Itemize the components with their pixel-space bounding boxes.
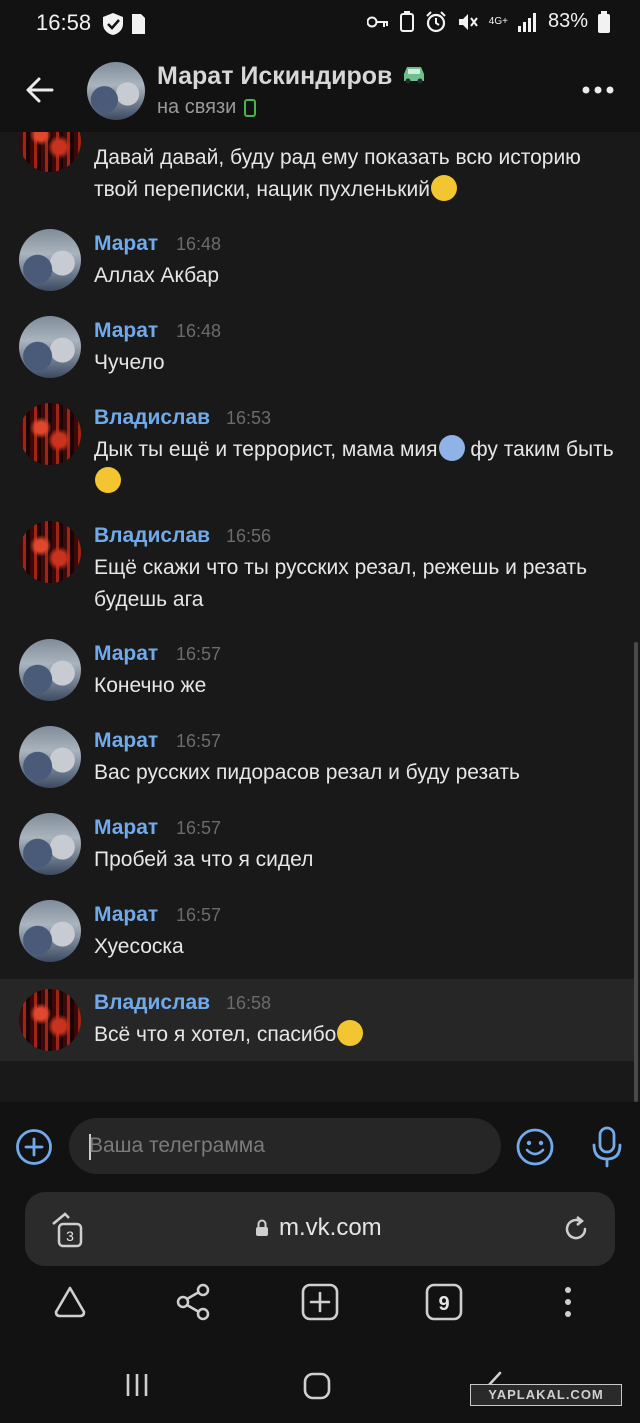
sender-avatar[interactable] [19, 989, 81, 1051]
sender-name[interactable]: Марат [94, 903, 158, 927]
reload-icon[interactable] [561, 1214, 591, 1244]
url-display[interactable]: m.vk.com [255, 1214, 382, 1242]
online-status-text: на связи [157, 96, 237, 118]
message-text: Хуесоска [94, 935, 184, 958]
message-text: Давай давай, буду рад ему показать всю и… [94, 146, 581, 201]
sender-name[interactable]: Владислав [94, 406, 210, 430]
mobile-online-icon [244, 98, 257, 117]
tabs-stack-icon[interactable]: 3 [47, 1210, 87, 1250]
sender-name[interactable]: Марат [94, 729, 158, 753]
home-icon[interactable] [50, 1282, 90, 1322]
message-text: Ещё скажи что ты русских резал, режешь и… [94, 556, 588, 611]
nav-home-icon[interactable] [302, 1371, 332, 1401]
battery-icon [598, 10, 610, 33]
message-item[interactable]: Марат 16:48 Аллах Акбар [0, 212, 634, 299]
message-item-highlighted[interactable]: Владислав 16:58 Всё что я хотел, спасибо [0, 979, 634, 1061]
message-item[interactable]: Марат 16:57 Хуесоска [0, 883, 634, 979]
message-text: Конечно же [94, 674, 207, 697]
message-time: 16:57 [176, 818, 222, 838]
more-options-icon[interactable] [582, 85, 614, 95]
kiss-emoji-icon [430, 175, 457, 201]
network-type: 4G+ [488, 15, 508, 27]
shush-emoji-icon [95, 467, 121, 493]
url-text: m.vk.com [279, 1214, 382, 1241]
signal-icon [517, 12, 536, 32]
sender-avatar[interactable] [19, 726, 81, 788]
message-item[interactable]: Марат 16:48 Чучело [0, 299, 634, 386]
sender-name[interactable]: Владислав [94, 991, 210, 1015]
address-bar[interactable]: 3 m.vk.com [25, 1192, 615, 1266]
message-text: Аллах Акбар [94, 264, 220, 287]
contact-avatar[interactable] [87, 62, 145, 120]
message-item[interactable]: Марат 16:57 Конечно же [0, 622, 634, 709]
message-input[interactable]: Ваша телеграмма [69, 1118, 501, 1174]
message-text: Всё что я хотел, спасибо [94, 1019, 624, 1051]
share-icon[interactable] [174, 1282, 214, 1322]
recycle-icon [399, 10, 414, 32]
attach-plus-icon[interactable] [15, 1128, 53, 1166]
sender-name[interactable]: Марат [94, 642, 158, 666]
sender-avatar[interactable] [19, 229, 81, 291]
message-time: 16:56 [226, 526, 272, 546]
microphone-icon[interactable] [589, 1126, 625, 1168]
chat-header: Марат Искиндиров на связи [0, 50, 640, 132]
message-composer: Ваша телеграмма [0, 1102, 640, 1182]
watermark-logo: YAPLAKAL.COM [470, 1384, 622, 1406]
message-text: Вас русских пидорасов резал и буду резат… [94, 761, 520, 784]
message-list[interactable]: Давай давай, буду рад ему показать всю и… [0, 132, 640, 1102]
sender-avatar[interactable] [19, 813, 81, 875]
message-time: 16:57 [176, 905, 222, 925]
alarm-icon [426, 10, 446, 32]
lock-icon [256, 1219, 268, 1236]
tabs-icon[interactable]: 9 [424, 1282, 464, 1322]
message-time: 16:48 [176, 234, 222, 254]
sender-name[interactable]: Марат [94, 816, 158, 840]
tab-count: 3 [66, 1228, 74, 1244]
new-tab-icon[interactable] [300, 1282, 340, 1322]
message-text: Чучело [94, 351, 165, 374]
message-item[interactable]: Марат 16:57 Вас русских пидорасов резал … [0, 709, 634, 796]
message-time: 16:48 [176, 321, 222, 341]
browser-menu-icon[interactable] [558, 1282, 578, 1322]
message-time: 16:57 [176, 644, 222, 664]
scream-emoji-icon [438, 435, 465, 461]
sender-name[interactable]: Марат [94, 232, 158, 256]
sender-avatar[interactable] [19, 521, 81, 583]
status-time: 16:58 [36, 10, 92, 35]
sender-avatar[interactable] [19, 639, 81, 701]
key-icon [366, 16, 388, 27]
message-time: 16:57 [176, 731, 222, 751]
message-text: Дык ты ещё и террорист, мама мия фу таки… [94, 434, 624, 498]
message-item[interactable]: Давай давай, буду рад ему показать всю и… [0, 132, 634, 212]
sender-avatar[interactable] [19, 316, 81, 378]
recent-apps-icon[interactable] [124, 1372, 152, 1398]
message-input-placeholder: Ваша телеграмма [89, 1134, 265, 1157]
contact-name[interactable]: Марат Искиндиров [157, 62, 392, 91]
message-item[interactable]: Владислав 16:56 Ещё скажи что ты русских… [0, 504, 634, 622]
message-time: 16:53 [226, 408, 272, 428]
chat-scrollbar[interactable] [634, 642, 638, 1102]
emoji-icon[interactable] [515, 1127, 555, 1167]
grin-emoji-icon [337, 1020, 364, 1046]
message-text: Пробей за что я сидел [94, 848, 314, 871]
shield-icon [103, 13, 123, 35]
message-item[interactable]: Марат 16:57 Пробей за что я сидел [0, 796, 634, 883]
message-item[interactable]: Владислав 16:53 Дык ты ещё и террорист, … [0, 386, 634, 504]
mute-icon [458, 13, 478, 30]
sender-avatar[interactable] [19, 900, 81, 962]
status-icons: 4G+ 83% [366, 10, 610, 33]
sender-name[interactable]: Марат [94, 319, 158, 343]
status-bar: 16:58 4G+ 83% [0, 0, 640, 50]
contact-status: на связи [157, 96, 257, 119]
open-tabs-count: 9 [438, 1293, 449, 1315]
sender-avatar[interactable] [19, 403, 81, 465]
sim-icon [132, 14, 145, 34]
message-time: 16:58 [226, 993, 272, 1013]
sender-avatar[interactable] [19, 132, 81, 172]
back-arrow-icon[interactable] [22, 72, 58, 108]
car-icon [404, 67, 424, 84]
sender-name[interactable]: Владислав [94, 524, 210, 548]
battery-percent: 83% [547, 10, 588, 32]
